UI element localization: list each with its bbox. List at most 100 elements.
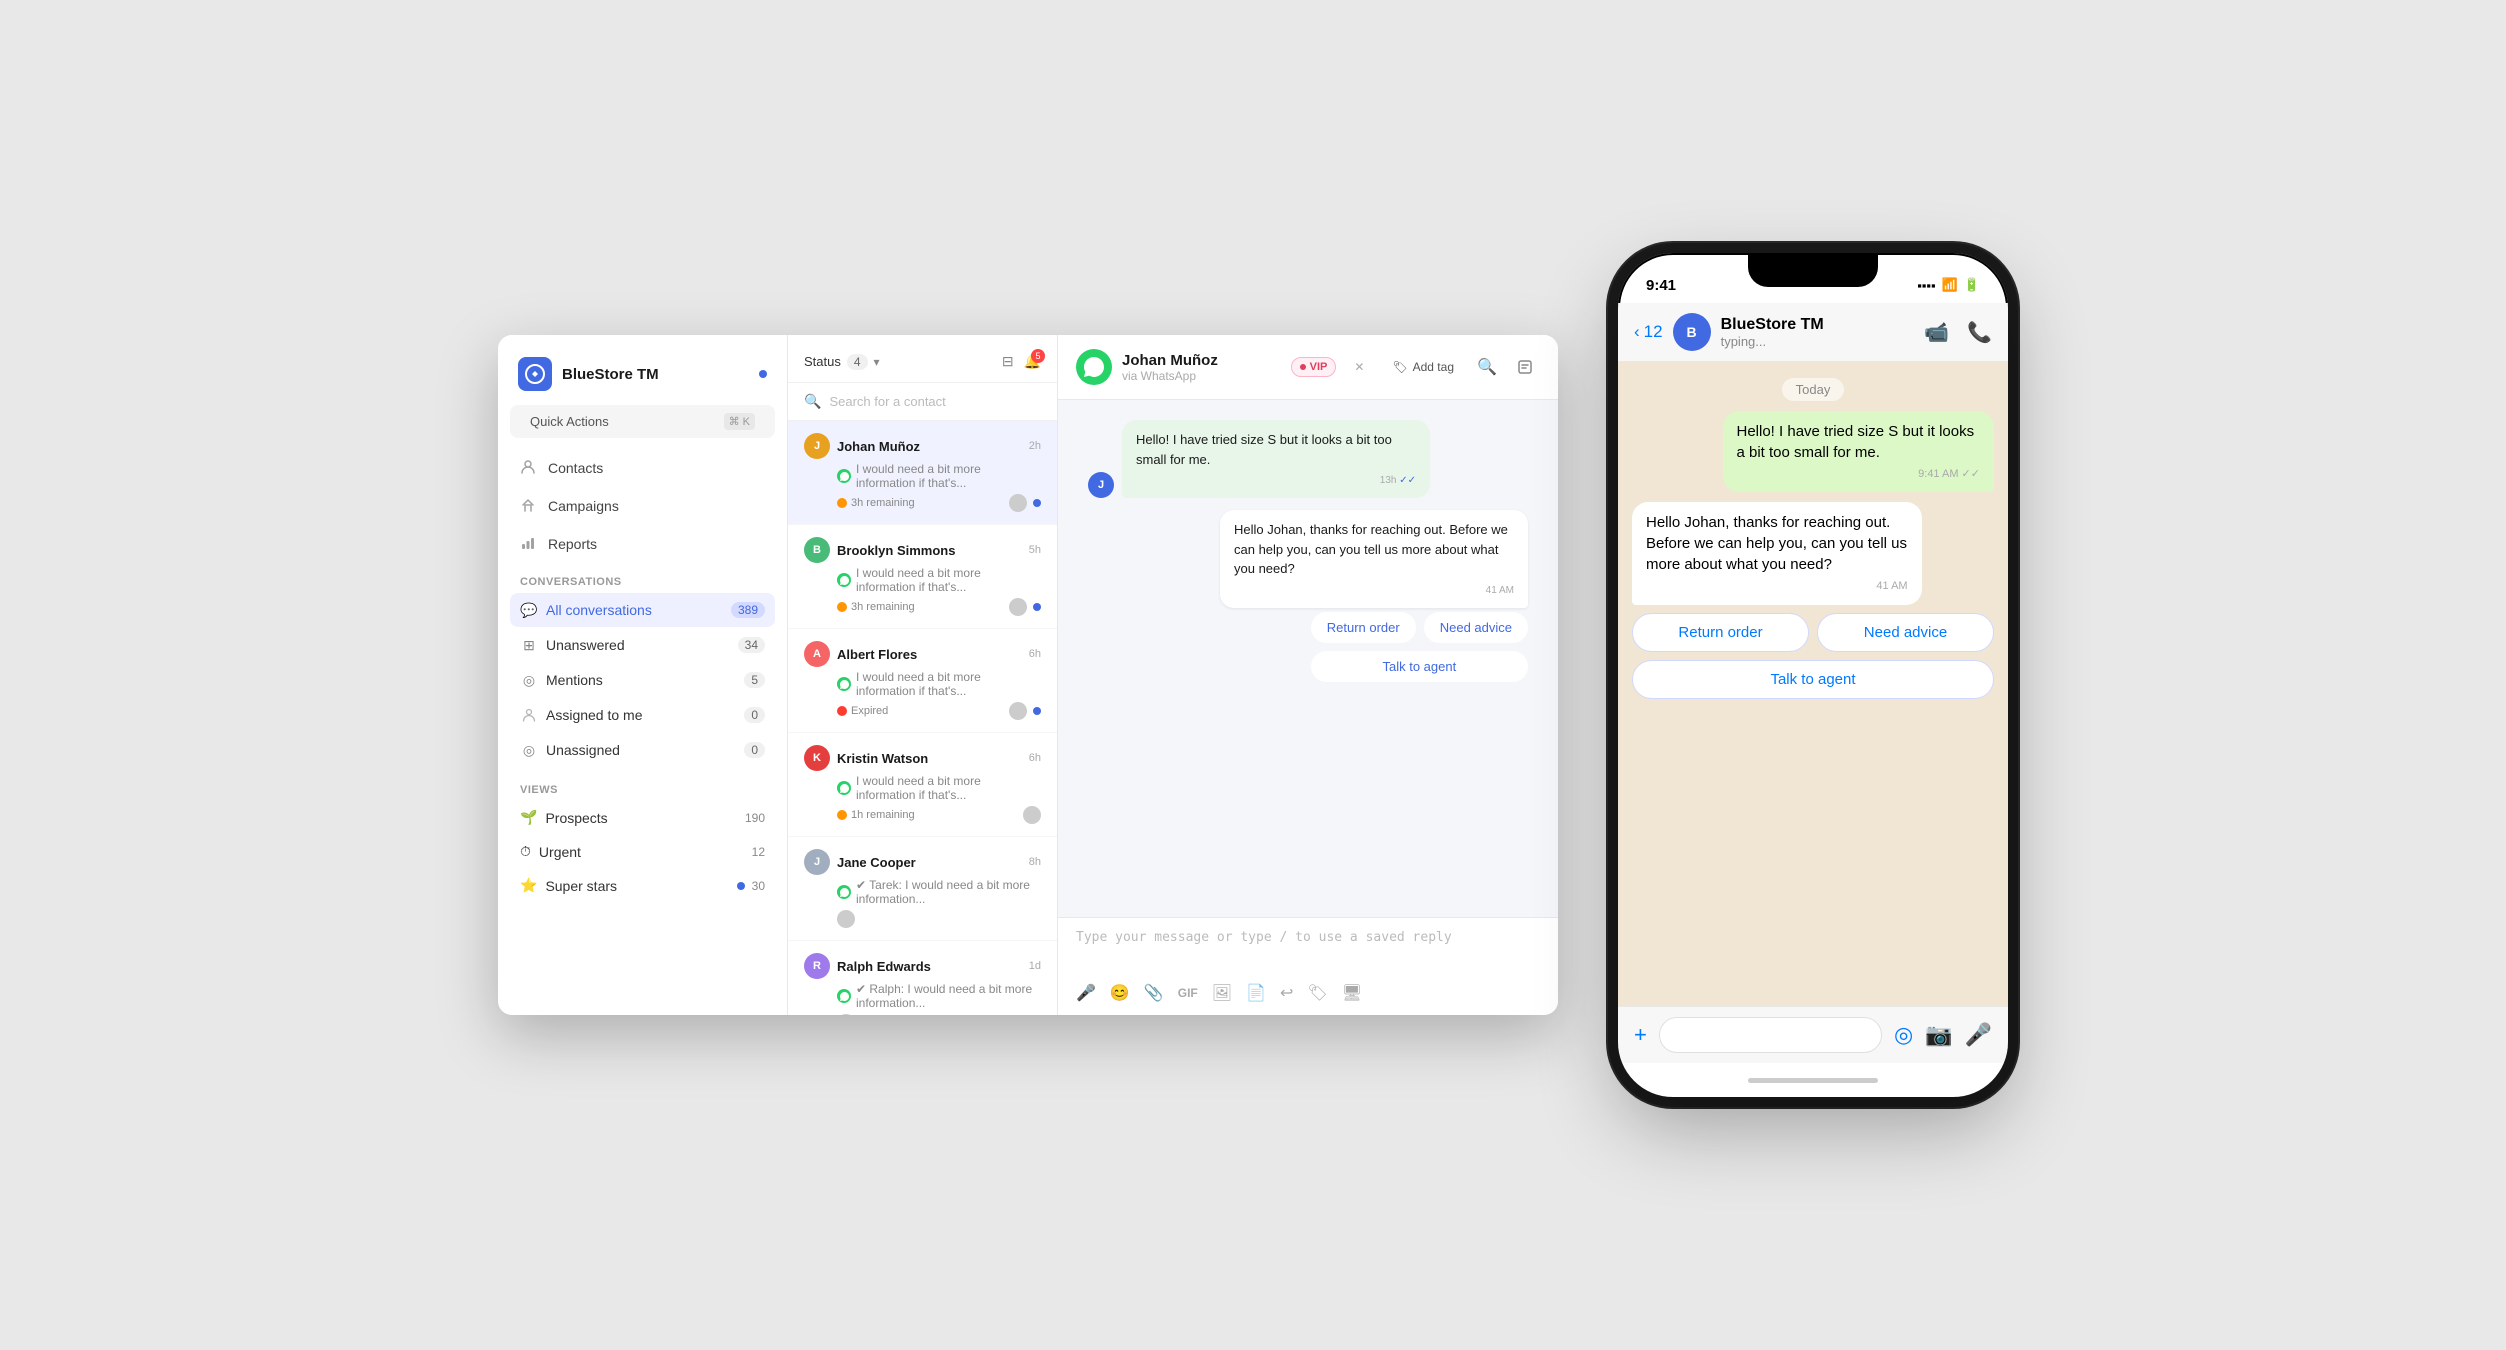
remove-vip-button[interactable]: ✕ bbox=[1344, 352, 1374, 382]
list-item[interactable]: J Jane Cooper 8h ✔ Tarek: I would need a… bbox=[788, 837, 1057, 941]
contact-name: Ralph Edwards bbox=[837, 959, 931, 974]
phone-header-actions: 📹 📞 bbox=[1924, 320, 1992, 345]
chevron-left-icon: ‹ bbox=[1634, 322, 1640, 342]
message-input[interactable] bbox=[1076, 930, 1540, 970]
reports-icon bbox=[520, 535, 538, 553]
conv-list-header: Status 4 ▾ ⊟ 🔔 5 bbox=[788, 335, 1057, 383]
view-item-prospects[interactable]: 🌱 Prospects 190 bbox=[510, 801, 775, 834]
phone-message-input[interactable] bbox=[1659, 1017, 1882, 1053]
quick-actions-button[interactable]: Quick Actions ⌘ K bbox=[510, 405, 775, 438]
phone-need-advice-button[interactable]: Need advice bbox=[1817, 613, 1994, 652]
attachment-icon[interactable]: 📎 bbox=[1144, 983, 1164, 1003]
status-dot bbox=[759, 370, 767, 378]
battery-icon: 🔋 bbox=[1964, 277, 1980, 293]
assigned-avatar bbox=[837, 1014, 855, 1015]
unanswered-icon: ⊞ bbox=[520, 636, 538, 654]
chat-contact-name: Johan Muñoz bbox=[1122, 352, 1218, 369]
sidebar-item-unanswered[interactable]: ⊞ Unanswered 34 bbox=[510, 628, 775, 662]
contact-name: Jane Cooper bbox=[837, 855, 916, 870]
assigned-avatar bbox=[1009, 702, 1027, 720]
image-icon[interactable]: 🖼 bbox=[1212, 983, 1232, 1003]
search-in-chat-button[interactable]: 🔍 bbox=[1472, 352, 1502, 382]
add-tag-button[interactable]: 🏷 Add tag bbox=[1382, 356, 1464, 378]
timer-text: Expired bbox=[851, 705, 888, 717]
assigned-count: 0 bbox=[744, 707, 765, 723]
vip-dot bbox=[1300, 364, 1306, 370]
user-avatar: J bbox=[1088, 472, 1114, 498]
view-item-superstars[interactable]: ⭐ Super stars 30 bbox=[510, 869, 775, 902]
phone-contact-avatar: B bbox=[1673, 313, 1711, 351]
phone-camera-icon[interactable]: 📷 bbox=[1925, 1022, 1952, 1048]
whatsapp-channel-icon bbox=[1076, 349, 1112, 385]
filter-icon[interactable]: ⊟ bbox=[1002, 353, 1014, 370]
phone-back-button[interactable]: ‹ 12 bbox=[1634, 322, 1663, 342]
assigned-avatar bbox=[1023, 806, 1041, 824]
conv-time: 5h bbox=[1029, 544, 1041, 556]
sidebar-item-reports[interactable]: Reports bbox=[510, 526, 775, 562]
conversations-section-label: Conversations bbox=[498, 566, 787, 592]
whatsapp-icon bbox=[837, 781, 851, 795]
note-button[interactable] bbox=[1510, 352, 1540, 382]
phone-call-icon[interactable]: 📞 bbox=[1967, 320, 1992, 345]
phone-talk-to-agent-button[interactable]: Talk to agent bbox=[1632, 660, 1994, 699]
phone-message-out: Hello! I have tried size S but it looks … bbox=[1723, 411, 1995, 492]
sidebar-item-campaigns[interactable]: Campaigns bbox=[510, 488, 775, 524]
microphone-icon[interactable]: 🎤 bbox=[1076, 983, 1096, 1003]
list-item[interactable]: A Albert Flores 6h I would need a bit mo… bbox=[788, 629, 1057, 733]
unanswered-count: 34 bbox=[738, 637, 765, 653]
search-input[interactable] bbox=[829, 394, 1041, 409]
chat-messages: J Hello! I have tried size S but it look… bbox=[1058, 400, 1558, 917]
phone-message-text: Hello Johan, thanks for reaching out. Be… bbox=[1646, 514, 1907, 573]
reply-icon[interactable]: ↩ bbox=[1280, 983, 1293, 1003]
sidebar-item-assigned-to-me[interactable]: Assigned to me 0 bbox=[510, 698, 775, 732]
file-icon[interactable]: 📄 bbox=[1246, 983, 1266, 1003]
tag-icon[interactable]: 🏷 bbox=[1307, 983, 1327, 1003]
sidebar-item-all-conversations[interactable]: 💬 All conversations 389 bbox=[510, 593, 775, 627]
avatar: J bbox=[804, 433, 830, 459]
list-item[interactable]: B Brooklyn Simmons 5h I would need a bit… bbox=[788, 525, 1057, 629]
timer-dot bbox=[837, 498, 847, 508]
list-item[interactable]: R Ralph Edwards 1d ✔ Ralph: I would need… bbox=[788, 941, 1057, 1015]
avatar: J bbox=[804, 849, 830, 875]
check-icon: ✓✓ bbox=[1399, 475, 1416, 486]
urgent-icon: ⏱ bbox=[520, 843, 531, 860]
phone-plus-icon[interactable]: + bbox=[1634, 1022, 1647, 1048]
list-item[interactable]: K Kristin Watson 6h I would need a bit m… bbox=[788, 733, 1057, 837]
sidebar-header: BlueStore TM bbox=[498, 335, 787, 405]
return-order-button[interactable]: Return order bbox=[1311, 612, 1416, 643]
chat-contact-sub: via WhatsApp bbox=[1122, 369, 1218, 383]
need-advice-button[interactable]: Need advice bbox=[1424, 612, 1528, 643]
sidebar: BlueStore TM Quick Actions ⌘ K Contacts … bbox=[498, 335, 788, 1015]
phone-sticker-icon[interactable]: ◎ bbox=[1894, 1022, 1913, 1048]
whatsapp-icon bbox=[837, 989, 851, 1003]
message-row: J Hello! I have tried size S but it look… bbox=[1088, 420, 1528, 498]
timer-dot bbox=[837, 706, 847, 716]
sidebar-item-mentions[interactable]: ◎ Mentions 5 bbox=[510, 663, 775, 697]
sidebar-item-unassigned[interactable]: ◎ Unassigned 0 bbox=[510, 733, 775, 767]
campaigns-icon bbox=[520, 497, 538, 515]
phone-notch bbox=[1748, 253, 1878, 287]
phone-return-order-button[interactable]: Return order bbox=[1632, 613, 1809, 652]
video-call-icon[interactable]: 📹 bbox=[1924, 320, 1949, 345]
gif-icon[interactable]: GIF bbox=[1178, 986, 1198, 1000]
conv-time: 1d bbox=[1029, 960, 1041, 972]
phone-chat-header: ‹ 12 B BlueStore TM typing... 📹 📞 bbox=[1618, 303, 2008, 362]
list-item[interactable]: J Johan Muñoz 2h I would need a bit more… bbox=[788, 421, 1057, 525]
talk-to-agent-button[interactable]: Talk to agent bbox=[1311, 651, 1528, 682]
phone-mic-icon[interactable]: 🎤 bbox=[1965, 1022, 1992, 1048]
status-badge: Status 4 ▾ bbox=[804, 354, 880, 370]
bell-icon-wrap[interactable]: 🔔 5 bbox=[1024, 353, 1041, 370]
phone-msg-time: 41 AM bbox=[1646, 579, 1908, 594]
phone-bottom-bar bbox=[1618, 1063, 2008, 1097]
emoji-icon[interactable]: 😊 bbox=[1110, 983, 1130, 1003]
all-conversations-label: All conversations bbox=[546, 602, 652, 618]
chevron-down-icon[interactable]: ▾ bbox=[874, 355, 880, 369]
contact-name: Kristin Watson bbox=[837, 751, 928, 766]
view-item-urgent[interactable]: ⏱ Urgent 12 bbox=[510, 835, 775, 868]
assigned-avatar bbox=[1009, 494, 1027, 512]
superstars-icon: ⭐ bbox=[520, 877, 537, 894]
prospects-count: 190 bbox=[745, 811, 765, 825]
screen-icon[interactable]: 🖥 bbox=[1342, 983, 1362, 1003]
sidebar-item-contacts[interactable]: Contacts bbox=[510, 450, 775, 486]
views-section-label: Views bbox=[498, 774, 787, 800]
